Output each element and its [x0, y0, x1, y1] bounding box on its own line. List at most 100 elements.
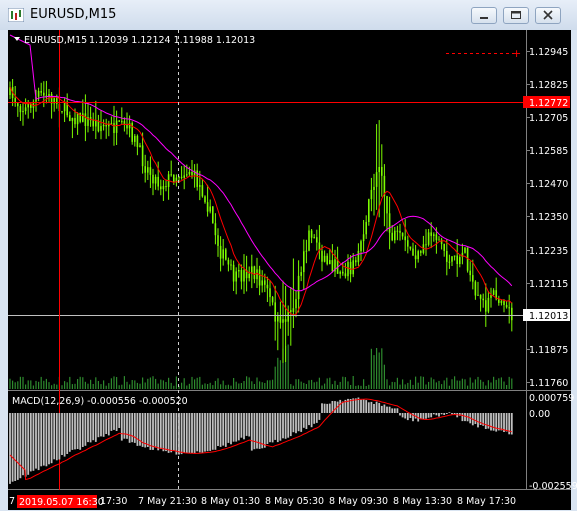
macd-bar: [201, 413, 204, 453]
macd-bar: [287, 413, 290, 438]
macd-bar: [118, 413, 121, 428]
macd-bar: [393, 408, 396, 413]
macd-bar: [282, 413, 284, 439]
candle-body: [347, 261, 349, 277]
macd-bar: [321, 403, 323, 413]
macd-bar: [477, 413, 479, 428]
candle-body: [326, 255, 328, 265]
macd-bar: [133, 413, 136, 443]
macd-bar: [360, 399, 362, 413]
macd-bar: [55, 413, 58, 461]
macd-bar: [266, 413, 269, 444]
candle-body: [357, 250, 360, 263]
candle-body: [56, 98, 58, 104]
macd-bar: [391, 408, 394, 413]
candle-body: [321, 250, 323, 262]
price-label: 1.11875: [529, 345, 568, 356]
candle-body: [355, 260, 357, 263]
candle-body: [487, 297, 490, 312]
macd-bar: [490, 413, 492, 431]
macd-bar: [279, 413, 282, 441]
price-label: 1.12705: [529, 113, 568, 124]
candle-body: [157, 176, 159, 187]
macd-bar: [302, 413, 305, 428]
macd-bar: [300, 413, 303, 432]
candle-body: [43, 92, 45, 96]
macd-bar: [375, 401, 378, 413]
macd-bar: [240, 413, 243, 438]
macd-bar: [92, 413, 95, 441]
candle-body: [329, 260, 331, 265]
candle-body: [186, 174, 188, 176]
candle-body: [180, 176, 183, 178]
candle-body: [84, 113, 87, 126]
candle-body: [217, 235, 219, 246]
macd-bar: [401, 413, 404, 418]
candle-body: [342, 271, 344, 274]
candle-body: [282, 319, 284, 323]
candle-body: [313, 237, 315, 239]
candle-body: [149, 167, 152, 175]
price-label: 1.12825: [529, 80, 568, 91]
macd-bar: [406, 413, 409, 421]
macd-bar: [35, 413, 37, 469]
time-label: 7 May 21:30: [138, 496, 197, 507]
macd-bar: [154, 413, 157, 448]
candle-body: [396, 230, 399, 232]
candle-body: [134, 135, 136, 142]
candle-body: [214, 223, 217, 236]
macd-bar: [11, 413, 14, 482]
macd-bar: [165, 413, 167, 452]
macd-bar: [146, 413, 149, 447]
macd-bar: [97, 413, 100, 438]
candle-body: [401, 232, 404, 237]
macd-scale-zero: 0.00: [529, 409, 550, 420]
candle-body: [141, 145, 144, 167]
macd-bar: [188, 413, 191, 453]
macd-bar: [191, 413, 193, 454]
macd-bar: [180, 413, 183, 455]
candle-body: [388, 213, 391, 233]
price-label: 1.12945: [529, 47, 568, 58]
macd-bar: [315, 413, 318, 423]
macd-bar: [235, 413, 238, 442]
price-label: 1.12115: [529, 279, 568, 290]
macd-bar: [310, 413, 313, 428]
price-label: 1.12235: [529, 246, 568, 257]
candle-body: [469, 270, 471, 276]
time-label: 8 May 13:30: [393, 496, 452, 507]
candle-body: [227, 259, 230, 265]
candle-body: [464, 247, 466, 253]
candle-body: [339, 271, 341, 274]
macd-bar: [128, 413, 131, 443]
candle-body: [308, 230, 310, 251]
macd-bar: [274, 413, 277, 440]
macd-bar: [383, 404, 386, 413]
candle-body: [500, 300, 503, 303]
candle-body: [310, 230, 313, 238]
macd-bar: [53, 413, 56, 460]
candle-body: [154, 176, 157, 184]
macd-bar: [256, 413, 258, 449]
macd-bar: [9, 413, 11, 484]
candle-body: [100, 126, 102, 132]
macd-bar: [14, 413, 17, 481]
candle-body: [435, 234, 438, 241]
candle-body: [373, 186, 375, 190]
candle-body: [417, 251, 419, 260]
macd-bar: [183, 413, 186, 453]
candle-body: [508, 307, 510, 309]
macd-bar: [448, 412, 451, 413]
macd-bar: [430, 413, 433, 418]
macd-bar: [230, 413, 232, 445]
volume-bars: [9, 344, 513, 389]
macd-bar: [276, 413, 279, 443]
macd-bar: [40, 413, 43, 467]
macd-bar: [503, 413, 505, 432]
macd-bar: [159, 413, 162, 449]
macd-bar: [89, 413, 92, 443]
macd-bar: [339, 399, 342, 413]
macd-bar: [79, 413, 82, 450]
macd-bar: [63, 413, 66, 457]
macd-bar: [66, 413, 69, 454]
